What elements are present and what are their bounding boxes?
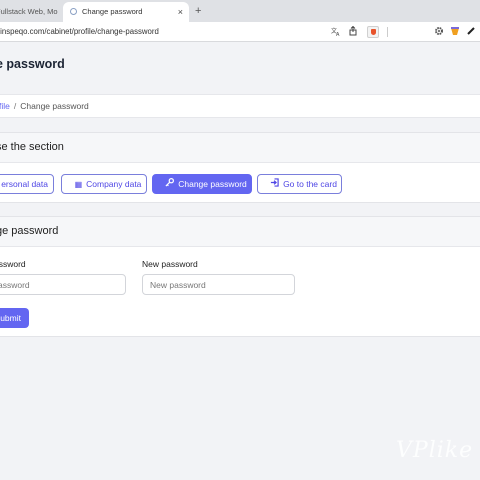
change-password-button[interactable]: Change password — [152, 174, 252, 194]
personal-data-label: ersonal data — [1, 179, 48, 189]
close-icon[interactable]: × — [178, 2, 183, 22]
browser-tab-inactive[interactable]: Fullstack Web, Mo — [0, 2, 58, 22]
browser-tab-bar: Fullstack Web, Mo Change password × + — [0, 0, 480, 22]
tab-title: Change password — [82, 7, 143, 16]
translate-icon[interactable]: 文A — [330, 26, 342, 38]
breadcrumb-link-profile[interactable]: file — [0, 101, 10, 111]
gear-icon[interactable] — [433, 26, 445, 38]
svg-text:A: A — [336, 32, 340, 36]
company-data-button[interactable]: ▦ Company data — [61, 174, 147, 194]
old-password-input[interactable] — [0, 274, 126, 295]
rewards-icon[interactable] — [449, 26, 461, 38]
change-password-card: ge password assword New password ubmit — [0, 216, 480, 337]
submit-button[interactable]: ubmit — [0, 308, 29, 328]
building-icon: ▦ — [74, 180, 83, 189]
password-card-header: ge password — [0, 217, 480, 247]
company-data-label: Company data — [86, 179, 142, 189]
new-password-label: New password — [142, 259, 198, 269]
sign-in-icon — [270, 176, 279, 194]
address-bar: .inspeqo.com/cabinet/profile/change-pass… — [0, 22, 480, 42]
loading-icon — [70, 8, 77, 15]
share-icon[interactable] — [347, 25, 359, 38]
section-card-header: se the section — [0, 133, 480, 163]
browser-tab-active[interactable]: Change password × — [63, 2, 189, 22]
brave-shield-icon[interactable] — [367, 26, 379, 38]
change-password-label: Change password — [178, 179, 247, 189]
watermark-logo: VPlike — [396, 438, 474, 463]
toolbar-divider — [387, 27, 388, 37]
password-card-title: ge password — [0, 225, 59, 237]
section-card-title: se the section — [0, 141, 64, 153]
breadcrumb: file / Change password — [0, 95, 89, 117]
go-to-card-label: Go to the card — [283, 179, 337, 189]
breadcrumb-current: Change password — [20, 101, 89, 111]
old-password-label: assword — [0, 259, 26, 269]
section-card: se the section ersonal data ▦ Company dat… — [0, 132, 480, 203]
url-field[interactable]: .inspeqo.com/cabinet/profile/change-pass… — [0, 22, 159, 42]
tab-title: Fullstack Web, Mo — [0, 7, 58, 16]
pen-icon[interactable] — [465, 26, 477, 38]
new-password-input[interactable] — [142, 274, 295, 295]
new-tab-button[interactable]: + — [195, 3, 201, 19]
breadcrumb-separator: / — [13, 101, 17, 111]
breadcrumb-bar: file / Change password — [0, 94, 480, 118]
go-to-card-button[interactable]: Go to the card — [257, 174, 342, 194]
personal-data-button[interactable]: ersonal data — [0, 174, 54, 194]
page-title: e password — [0, 57, 65, 71]
key-icon — [165, 176, 175, 194]
